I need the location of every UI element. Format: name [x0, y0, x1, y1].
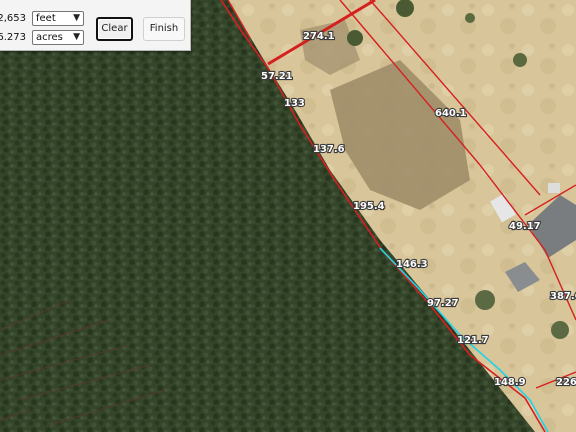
segment-label: 146.3 — [396, 259, 428, 270]
segment-label: 148.9 — [494, 377, 526, 388]
length-unit-text: feet — [36, 13, 56, 24]
area-value: 6.273 — [0, 32, 26, 43]
segment-label: 274.1 — [303, 31, 335, 42]
measure-panel: 2,653 feet ▼ 6.273 acres ▼ Clear Finish — [0, 0, 191, 51]
aerial-map[interactable]: 274.1 57.21 133 640.1 137.6 195.4 49.17 … — [0, 0, 576, 432]
segment-label: 97.27 — [427, 298, 459, 309]
shrub — [551, 321, 569, 339]
length-unit-select[interactable]: feet ▼ — [32, 11, 84, 26]
shrub — [347, 30, 363, 46]
segment-label: 195.4 — [353, 201, 385, 212]
shrub — [465, 13, 475, 23]
area-row: 6.273 acres ▼ — [0, 29, 84, 46]
length-value: 2,653 — [0, 13, 26, 24]
length-row: 2,653 feet ▼ — [0, 10, 84, 27]
segment-label: 387.6 — [550, 291, 576, 302]
segment-label: 57.21 — [261, 71, 293, 82]
segment-label: 133 — [284, 98, 305, 109]
finish-button[interactable]: Finish — [143, 17, 185, 41]
segment-label: 49.17 — [509, 221, 541, 232]
segment-label: 226 — [556, 377, 576, 388]
shrub — [475, 290, 495, 310]
shrub — [513, 53, 527, 67]
segment-label: 640.1 — [435, 108, 467, 119]
segment-label: 137.6 — [313, 144, 345, 155]
building-3 — [548, 183, 560, 193]
chevron-down-icon: ▼ — [73, 32, 80, 42]
segment-label: 121.7 — [457, 335, 489, 346]
chevron-down-icon: ▼ — [73, 13, 80, 23]
area-unit-select[interactable]: acres ▼ — [32, 30, 84, 45]
area-unit-text: acres — [36, 32, 63, 43]
clear-button[interactable]: Clear — [96, 17, 133, 41]
